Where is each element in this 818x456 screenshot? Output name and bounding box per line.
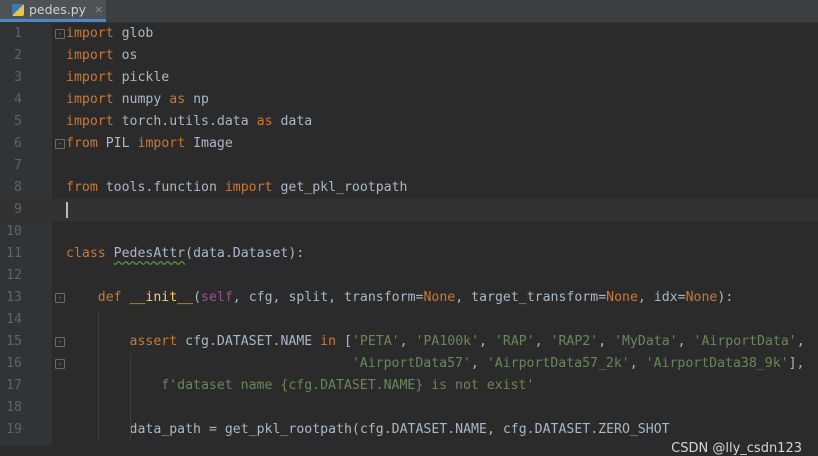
code-text: import pickle bbox=[66, 70, 170, 85]
code-text: import numpy as np bbox=[66, 92, 209, 107]
code-line[interactable]: 18 bbox=[0, 397, 818, 419]
line-number: 14 bbox=[6, 312, 22, 327]
code-text: class PedesAttr(data.Dataset): bbox=[66, 246, 305, 261]
line-number: 1 bbox=[14, 26, 22, 41]
code-line[interactable]: 15 - assert cfg.DATASET.NAME in ['PETA', … bbox=[0, 331, 818, 353]
python-file-icon bbox=[12, 3, 24, 16]
line-number: 6 bbox=[14, 136, 22, 151]
indent-guide bbox=[130, 353, 131, 441]
line-number: 5 bbox=[14, 114, 22, 129]
code-editor[interactable]: 1- import glob 2 import os 3 import pickle 4 im… bbox=[0, 23, 818, 456]
code-line[interactable]: 8 from tools.function import get_pkl_root… bbox=[0, 177, 818, 199]
code-text: 'AirportData57', 'AirportData57_2k', 'Ai… bbox=[351, 356, 805, 371]
code-line[interactable]: 17 f'dataset name {cfg.DATASET.NAME} is … bbox=[0, 375, 818, 397]
line-number: 9 bbox=[14, 202, 22, 217]
code-line[interactable]: 19 data_path = get_pkl_rootpath(cfg.DATA… bbox=[0, 419, 818, 441]
code-line[interactable]: 2 import os bbox=[0, 45, 818, 67]
code-text: data_path = get_pkl_rootpath(cfg.DATASET… bbox=[129, 422, 670, 437]
line-number: 13 bbox=[6, 290, 22, 305]
code-line[interactable]: 9 bbox=[0, 199, 818, 221]
text-cursor bbox=[66, 202, 68, 218]
line-number: 12 bbox=[6, 268, 22, 283]
code-line[interactable]: 1 - import glob bbox=[0, 23, 818, 45]
fold-marker-icon[interactable]: - bbox=[55, 139, 65, 149]
code-text: import glob bbox=[66, 26, 154, 41]
code-text: import torch.utils.data as data bbox=[66, 114, 313, 129]
code-line[interactable]: 5 import torch.utils.data as data bbox=[0, 111, 818, 133]
code-line[interactable]: 3 import pickle bbox=[0, 67, 818, 89]
code-text: def __init__(self, cfg, split, transform… bbox=[97, 290, 734, 305]
line-number: 18 bbox=[6, 400, 22, 415]
line-number: 17 bbox=[6, 378, 22, 393]
line-number: 19 bbox=[6, 422, 22, 437]
tab-pedes-py[interactable]: pedes.py × bbox=[0, 0, 106, 22]
code-line[interactable]: 12 bbox=[0, 265, 818, 287]
watermark: CSDN @lly_csdn123 bbox=[671, 441, 802, 456]
line-number: 16 bbox=[6, 356, 22, 371]
fold-marker-icon[interactable]: - bbox=[55, 337, 65, 347]
indent-guide bbox=[98, 309, 99, 441]
fold-marker-icon[interactable]: - bbox=[55, 293, 65, 303]
code-text: from tools.function import get_pkl_rootp… bbox=[66, 180, 408, 195]
line-number: 8 bbox=[14, 180, 22, 195]
code-line[interactable]: 7 bbox=[0, 155, 818, 177]
line-number: 2 bbox=[14, 48, 22, 63]
code-text: from PIL import Image bbox=[66, 136, 233, 151]
close-icon[interactable]: × bbox=[94, 3, 103, 16]
fold-marker-icon[interactable]: - bbox=[55, 29, 65, 39]
code-text: f'dataset name {cfg.DATASET.NAME} is not… bbox=[161, 378, 535, 393]
code-line[interactable]: 10 bbox=[0, 221, 818, 243]
editor-tab-bar: pedes.py × bbox=[0, 0, 818, 23]
code-text: import os bbox=[66, 48, 138, 63]
line-number: 3 bbox=[14, 70, 22, 85]
line-number: 10 bbox=[6, 224, 22, 239]
tab-label: pedes.py bbox=[29, 2, 87, 17]
code-line[interactable]: 4 import numpy as np bbox=[0, 89, 818, 111]
code-text: assert cfg.DATASET.NAME in ['PETA', 'PA1… bbox=[129, 334, 805, 349]
code-line[interactable]: 6 - from PIL import Image bbox=[0, 133, 818, 155]
code-line[interactable]: 16 - 'AirportData57', 'AirportData57_2k',… bbox=[0, 353, 818, 375]
line-number: 15 bbox=[6, 334, 22, 349]
line-number: 7 bbox=[14, 158, 22, 173]
line-number: 11 bbox=[6, 246, 22, 261]
code-line[interactable]: 14 bbox=[0, 309, 818, 331]
fold-marker-icon[interactable]: - bbox=[55, 359, 65, 369]
code-line[interactable]: 11 class PedesAttr(data.Dataset): bbox=[0, 243, 818, 265]
code-line[interactable]: 13 - def __init__(self, cfg, split, trans… bbox=[0, 287, 818, 309]
line-number: 4 bbox=[14, 92, 22, 107]
